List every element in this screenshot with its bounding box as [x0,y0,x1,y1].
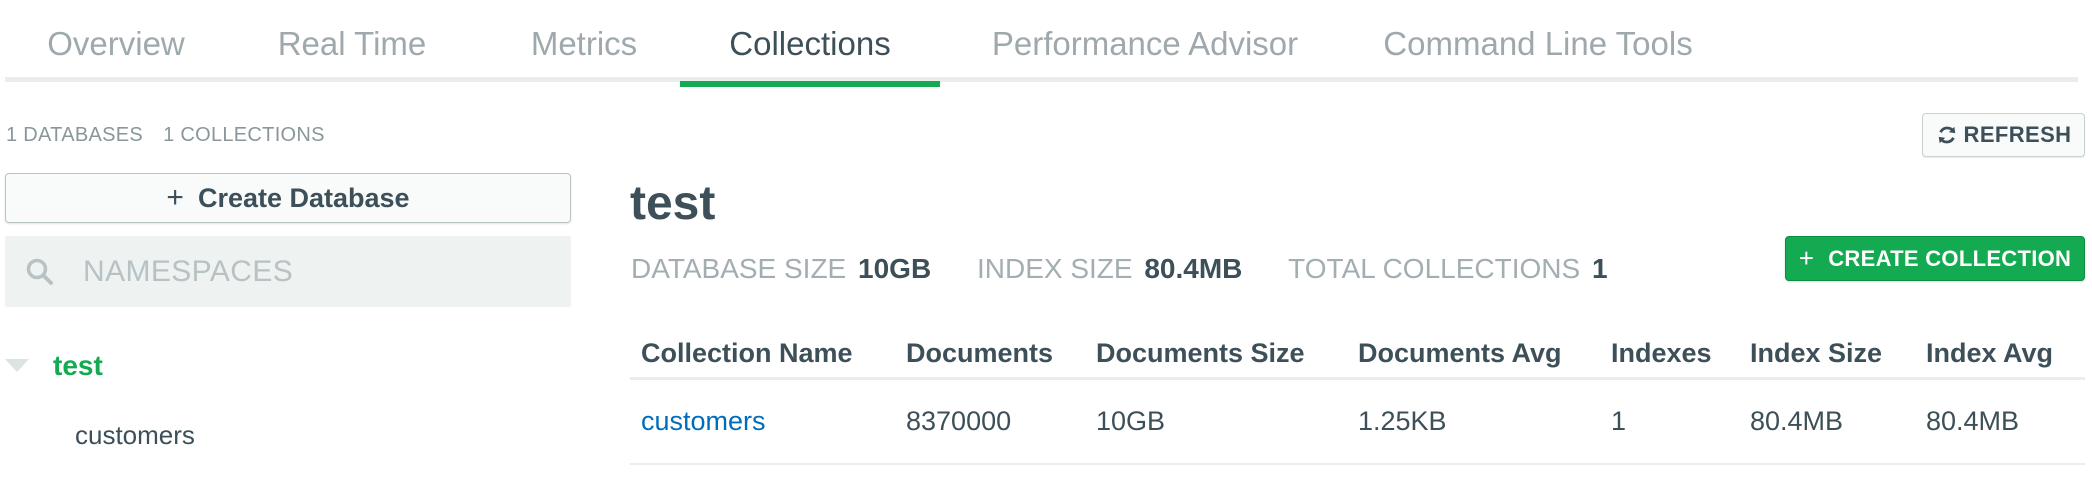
create-database-button[interactable]: + Create Database [5,173,571,223]
create-collection-label: CREATE COLLECTION [1828,245,2072,271]
search-icon [26,258,53,285]
column-header[interactable]: Collection Name [641,330,853,376]
refresh-label: REFRESH [1963,122,2072,147]
collections-table: Collection Name Documents Documents Size… [630,330,2085,465]
stat-label: INDEX SIZE [976,253,1133,284]
table-cell: 1.25KB [1358,406,1447,436]
namespace-stats: 1 DATABASES 1 COLLECTIONS [6,124,325,147]
database-size-stat: DATABASE SIZE 10GB [631,253,931,285]
table-cell: 8370000 [906,406,1012,436]
collection-count: 1 COLLECTIONS [163,124,325,146]
column-header[interactable]: Index Avg [1926,330,2053,376]
tab-label: Collections [729,25,891,62]
tab-metrics[interactable]: Metrics [509,0,659,82]
column-header[interactable]: Documents Avg [1358,330,1562,376]
create-database-label: Create Database [197,182,410,213]
tab-overview[interactable]: Overview [33,0,199,82]
tab-label: Performance Advisor [991,25,1299,62]
stat-label: TOTAL COLLECTIONS [1288,253,1581,284]
database-title: test [630,177,716,230]
collection-link[interactable]: customers [641,380,766,462]
namespace-search-input[interactable] [83,254,563,289]
table-row: customers 8370000 10GB 1.25KB 1 80.4MB 8… [630,380,2085,465]
stat-value: 1 [1591,253,1608,284]
plus-icon: + [166,181,184,214]
create-collection-button[interactable]: + CREATE COLLECTION [1785,236,2085,281]
refresh-button[interactable]: REFRESH [1922,113,2085,157]
plus-icon: + [1798,243,1815,273]
stat-label: DATABASE SIZE [631,253,847,284]
table-cell: 80.4MB [1750,406,1844,436]
table-header: Collection Name Documents Documents Size… [630,330,2085,380]
stat-value: 80.4MB [1144,253,1243,284]
tree-database-test[interactable]: test [5,346,103,386]
column-header[interactable]: Indexes [1611,330,1712,376]
stat-value: 10GB [858,253,932,284]
total-collections-stat: TOTAL COLLECTIONS 1 [1288,253,1607,285]
table-cell: 80.4MB [1926,406,2020,436]
tab-command-line-tools[interactable]: Command Line Tools [1373,0,1703,82]
column-header[interactable]: Documents [906,330,1053,376]
tab-real-time[interactable]: Real Time [263,0,441,82]
database-name: test [53,350,103,381]
tree-collection-customers[interactable]: customers [75,420,195,451]
table-cell: 1 [1611,406,1627,436]
tab-active-indicator [680,81,940,87]
tab-collections[interactable]: Collections [680,0,940,87]
tab-label: Overview [47,25,185,62]
index-size-stat: INDEX SIZE 80.4MB [977,253,1242,285]
tab-label: Metrics [530,25,638,62]
tab-label: Command Line Tools [1383,25,1693,62]
collections-page: Overview Real Time Metrics Collections P… [0,0,2092,486]
namespace-search [5,236,571,307]
column-header[interactable]: Index Size [1750,330,1882,376]
refresh-icon [1938,126,1955,144]
table-cell: 10GB [1096,406,1166,436]
database-count: 1 DATABASES [6,124,144,146]
caret-down-icon[interactable] [5,359,29,373]
tab-label: Real Time [277,25,427,62]
tab-performance-advisor[interactable]: Performance Advisor [975,0,1315,82]
top-tab-bar: Overview Real Time Metrics Collections P… [5,0,2078,87]
database-meta: DATABASE SIZE 10GB INDEX SIZE 80.4MB TOT… [631,253,1646,285]
collection-name: customers [75,420,195,450]
column-header[interactable]: Documents Size [1096,330,1305,376]
